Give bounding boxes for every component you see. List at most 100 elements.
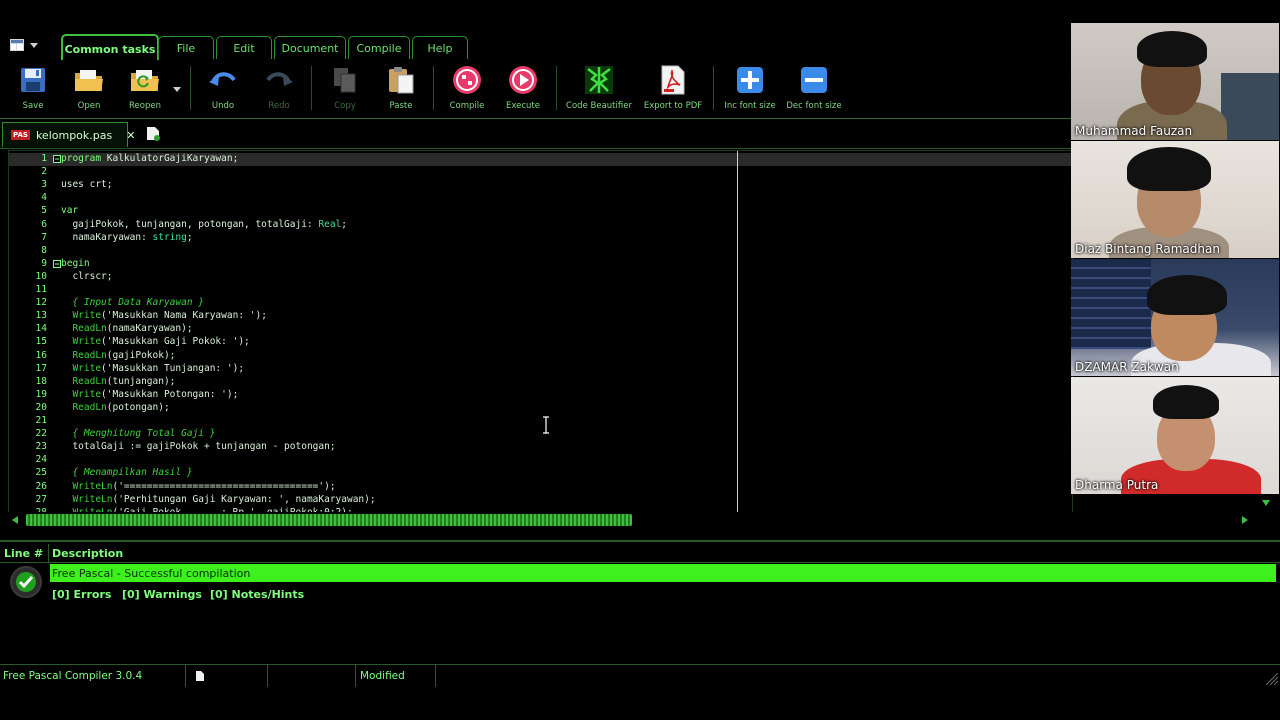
- fold-collapse-icon[interactable]: [53, 155, 61, 163]
- tab-document[interactable]: Document: [274, 36, 346, 59]
- code-line[interactable]: { Menghitung Total Gaji }: [61, 428, 215, 439]
- warning-count[interactable]: [0] Warnings: [122, 588, 202, 601]
- line-number: 24: [35, 454, 47, 466]
- status-file-cell: [186, 665, 268, 687]
- reopen-dropdown-chevron[interactable]: [173, 82, 181, 95]
- code-line[interactable]: ReadLn(namaKaryawan);: [61, 323, 192, 335]
- video-tile-dzamar-zakwan[interactable]: DZAMAR Zakwan: [1071, 259, 1279, 376]
- code-token: ;: [341, 218, 348, 230]
- code-line[interactable]: var: [61, 205, 78, 216]
- line-number: 9: [41, 257, 47, 269]
- reopen-button[interactable]: Reopen: [120, 60, 170, 116]
- fold-collapse-icon[interactable]: [53, 260, 61, 268]
- document-tabs: PAS kelompok.pas ✕: [0, 120, 1071, 149]
- export-pdf-button[interactable]: Export to PDF: [642, 60, 704, 116]
- scroll-right-icon[interactable]: [1242, 516, 1248, 524]
- code-token: ('Masukkan Nama Karyawan: ');: [101, 310, 267, 322]
- dec-font-size-button[interactable]: Dec font size: [786, 60, 842, 116]
- save-button[interactable]: Save: [10, 60, 56, 116]
- close-tab-icon[interactable]: ✕: [126, 129, 135, 142]
- line-number: 25: [35, 467, 47, 479]
- code-line[interactable]: WriteLn('Perhitungan Gaji Karyawan: ', n…: [61, 493, 376, 505]
- code-line[interactable]: Write('Masukkan Nama Karyawan: ');: [61, 310, 267, 322]
- tab-edit[interactable]: Edit: [216, 36, 272, 59]
- file-tab-kelompok[interactable]: PAS kelompok.pas ✕: [2, 122, 135, 147]
- beautifier-icon: [584, 65, 614, 95]
- copy-button[interactable]: Copy: [322, 60, 368, 116]
- line-number: 11: [35, 284, 47, 295]
- code-token: ReadLn: [61, 323, 107, 335]
- folder-open-icon: [74, 65, 104, 95]
- vertical-scrollbar[interactable]: [1258, 496, 1272, 528]
- code-line[interactable]: program KalkulatorGajiKaryawan;: [61, 153, 238, 164]
- code-line[interactable]: uses crt;: [61, 179, 112, 190]
- scroll-thumb[interactable]: [26, 514, 632, 526]
- column-line-number[interactable]: Line #: [4, 547, 43, 560]
- redo-arrow-icon: [264, 65, 294, 95]
- code-line[interactable]: { Menampilkan Hasil }: [61, 467, 192, 478]
- code-line[interactable]: Write('Masukkan Potongan: ');: [61, 389, 238, 400]
- document-icon: [196, 671, 204, 681]
- notes-count[interactable]: [0] Notes/Hints: [210, 588, 304, 601]
- redo-button[interactable]: Redo: [256, 60, 302, 116]
- code-token: program: [61, 153, 102, 164]
- code-line[interactable]: ReadLn(tunjangan);: [61, 376, 175, 387]
- code-line[interactable]: namaKaryawan: string;: [61, 232, 192, 243]
- code-line[interactable]: Write('Masukkan Tunjangan: ');: [61, 363, 244, 374]
- compile-label: Compile: [449, 101, 485, 111]
- code-line[interactable]: ReadLn(gajiPokok);: [61, 350, 175, 361]
- code-editor[interactable]: 1 2 3 4 5 6 7 8 9 10 11 12 13 14 15 16 17 18 19 20 21 22 23 24 2…: [8, 150, 1073, 514]
- paste-clipboard-icon: [386, 65, 416, 95]
- app-grid-icon: [10, 39, 24, 51]
- line-number: 6: [41, 218, 47, 230]
- participant-name: DZAMAR Zakwan: [1075, 360, 1179, 374]
- status-position-cell: [268, 665, 356, 687]
- video-tile-diaz-bintang-ramadhan[interactable]: Diaz Bintang Ramadhan: [1071, 141, 1279, 258]
- line-number: 5: [41, 205, 47, 217]
- compile-button[interactable]: Compile: [444, 60, 490, 116]
- code-line[interactable]: Write('Masukkan Gaji Pokok: ');: [61, 336, 249, 348]
- resize-grip-icon[interactable]: [1266, 673, 1278, 685]
- code-token: Write: [61, 336, 102, 348]
- paste-button[interactable]: Paste: [378, 60, 424, 116]
- code-token: ('Masukkan Tunjangan: ');: [101, 362, 245, 374]
- code-line[interactable]: { Input Data Karyawan }: [61, 297, 204, 308]
- code-line[interactable]: gajiPokok, tunjangan, potongan, totalGaj…: [61, 219, 347, 230]
- undo-button[interactable]: Undo: [200, 60, 246, 116]
- compile-success-message[interactable]: Free Pascal - Successful compilation: [50, 564, 1276, 582]
- plus-icon: [735, 65, 765, 95]
- code-line[interactable]: ReadLn(potongan);: [61, 402, 169, 413]
- background-object: [1221, 73, 1279, 140]
- inc-font-size-button[interactable]: Inc font size: [722, 60, 778, 116]
- scroll-left-icon[interactable]: [12, 516, 18, 524]
- code-token: WriteLn: [61, 493, 113, 505]
- error-count[interactable]: [0] Errors: [52, 588, 111, 601]
- code-beautifier-button[interactable]: Code Beautifier: [566, 60, 632, 116]
- tab-help[interactable]: Help: [412, 36, 468, 59]
- participant-hair: [1153, 385, 1219, 419]
- paste-label: Paste: [389, 101, 413, 111]
- tab-file[interactable]: File: [158, 36, 214, 59]
- code-line[interactable]: WriteLn('===============================…: [61, 481, 335, 492]
- floppy-disk-icon: [18, 65, 48, 95]
- tab-compile[interactable]: Compile: [348, 36, 410, 59]
- open-button[interactable]: Open: [66, 60, 112, 116]
- code-token: Write: [61, 310, 102, 322]
- code-token: Write: [61, 388, 102, 400]
- app-menu-button[interactable]: [10, 34, 50, 56]
- column-description[interactable]: Description: [52, 547, 123, 560]
- line-number: 19: [35, 388, 47, 400]
- new-tab-button[interactable]: [146, 126, 160, 144]
- code-line[interactable]: clrscr;: [61, 271, 112, 282]
- code-token: gajiPokok, tunjangan, potongan, totalGaj…: [61, 218, 319, 230]
- scroll-down-icon[interactable]: [1262, 500, 1270, 506]
- video-tile-muhammad-fauzan[interactable]: Muhammad Fauzan: [1071, 23, 1279, 140]
- code-token: ReadLn: [61, 349, 107, 361]
- code-line[interactable]: totalGaji := gajiPokok + tunjangan - pot…: [61, 441, 335, 452]
- horizontal-scrollbar[interactable]: [8, 512, 1258, 528]
- code-token: Real: [318, 218, 342, 230]
- video-tile-dharma-putra[interactable]: Dharma Putra: [1071, 377, 1279, 494]
- code-token: ('Perhitungan Gaji Karyawan: ', namaKary…: [112, 493, 376, 505]
- code-line[interactable]: begin: [61, 258, 90, 269]
- execute-button[interactable]: Execute: [500, 60, 546, 116]
